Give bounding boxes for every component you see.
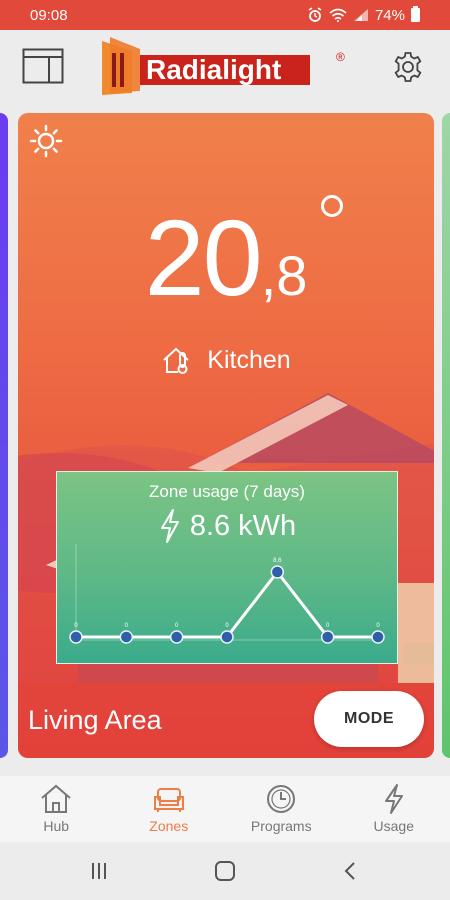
nav-label: Programs <box>250 818 312 834</box>
area-name: Living Area <box>28 705 162 735</box>
usage-data-point <box>371 630 385 644</box>
usage-data-label: 8.6 <box>273 558 282 564</box>
usage-data-point <box>119 630 134 644</box>
usage-data-point <box>69 630 83 644</box>
temperature-integer: 20 <box>144 197 263 318</box>
battery-icon <box>411 6 420 22</box>
alarm-icon <box>308 7 322 22</box>
back-icon[interactable] <box>340 860 362 882</box>
temperature-decimal: ,8 <box>260 244 308 307</box>
radialight-logo: Radialight ® <box>102 37 345 95</box>
system-navigation-bar <box>0 842 450 900</box>
usage-data-label: 0 <box>326 623 330 629</box>
wifi-icon <box>329 8 347 22</box>
degree-symbol <box>321 195 343 217</box>
usage-line-chart: 0 0 0 0 8.6 0 0 <box>69 544 385 644</box>
logo-text: Radialight <box>146 54 281 85</box>
zone-card[interactable]: 20,8 Kitchen Zone usage (7 days) 8.6 kWh… <box>18 113 434 758</box>
usage-data-label: 0 <box>225 623 229 629</box>
usage-data-label: 0 <box>125 623 129 629</box>
temperature-display: 20,8 <box>18 195 434 320</box>
usage-data-point <box>169 630 184 644</box>
mode-button[interactable]: MODE <box>314 691 424 747</box>
sofa-icon <box>153 788 184 812</box>
nav-label: Zones <box>149 818 189 834</box>
sidebar-menu-icon[interactable] <box>22 48 64 84</box>
signal-icon <box>353 9 368 21</box>
sun-icon <box>29 124 63 158</box>
nav-item-hub[interactable]: Hub <box>0 776 113 842</box>
usage-data-label: 0 <box>376 623 380 629</box>
usage-data-point <box>270 565 285 579</box>
nav-item-zones[interactable]: Zones <box>113 776 226 842</box>
usage-data-point <box>320 630 335 644</box>
clock-icon <box>267 785 296 813</box>
status-bar: 09:08 74% <box>0 0 450 30</box>
usage-data-point <box>220 630 234 644</box>
usage-data-label: 0 <box>74 623 78 629</box>
home-thermometer-icon <box>163 347 189 374</box>
nav-label: Usage <box>373 818 414 834</box>
zone-label: Kitchen <box>18 345 434 375</box>
status-icons: 74% <box>307 6 420 24</box>
next-zone-card-peek[interactable] <box>442 113 450 758</box>
home-button-icon[interactable] <box>214 860 236 882</box>
lightning-icon <box>384 784 403 814</box>
nav-item-usage[interactable]: Usage <box>338 776 450 842</box>
usage-data-label: 0 <box>175 623 179 629</box>
nav-item-programs[interactable]: Programs <box>225 776 338 842</box>
bottom-navigation: Hub Zones Programs Usage <box>0 776 450 842</box>
app-header: Radialight ® <box>0 30 450 110</box>
status-time: 09:08 <box>30 6 68 24</box>
settings-gear-icon[interactable] <box>391 50 425 84</box>
nav-label: Hub <box>43 818 70 834</box>
zone-usage-panel[interactable]: Zone usage (7 days) 8.6 kWh 0 0 0 0 8.6 0 0 <box>56 471 398 664</box>
recent-apps-icon[interactable] <box>88 860 110 882</box>
home-icon <box>41 784 71 813</box>
zone-name: Kitchen <box>207 345 291 374</box>
battery-percent: 74% <box>374 6 405 24</box>
svg-text:®: ® <box>336 50 345 64</box>
previous-zone-card-peek[interactable] <box>0 113 8 758</box>
